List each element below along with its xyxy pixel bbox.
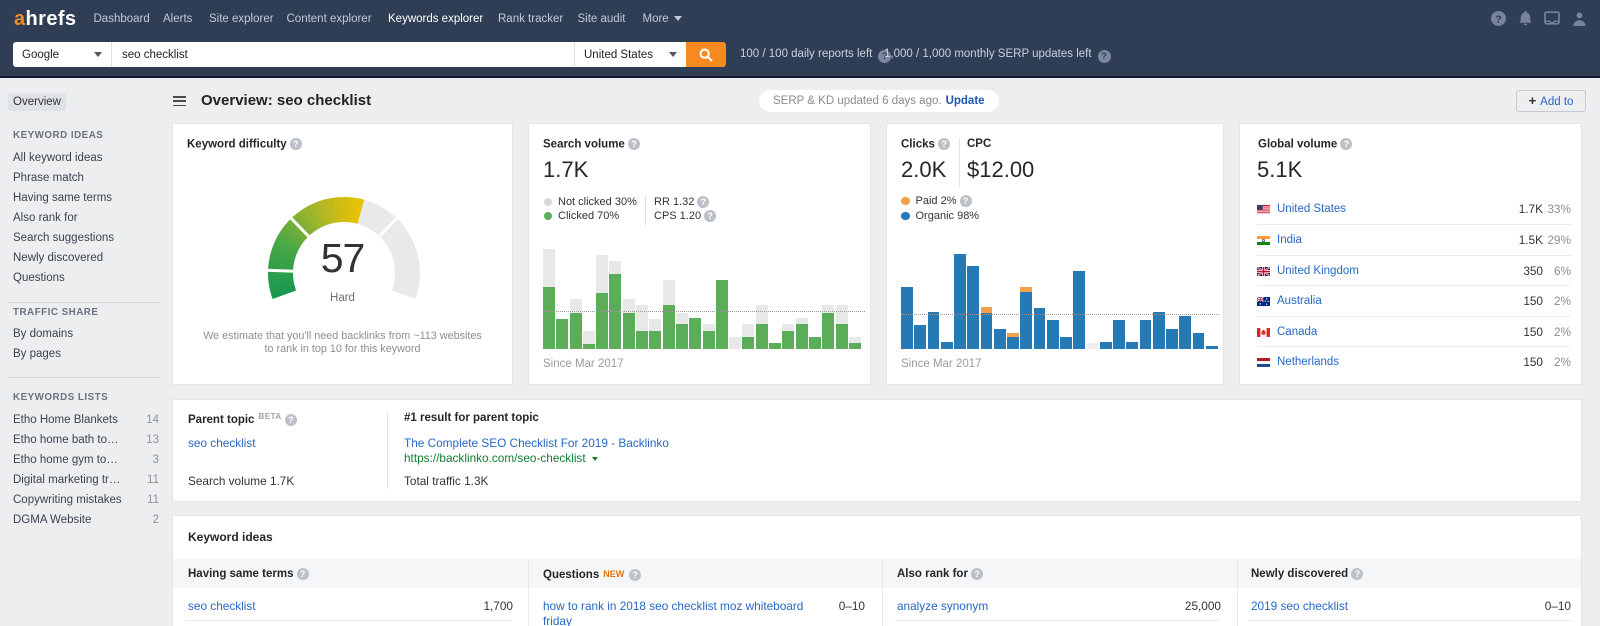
svg-text:?: ? <box>1495 14 1501 25</box>
